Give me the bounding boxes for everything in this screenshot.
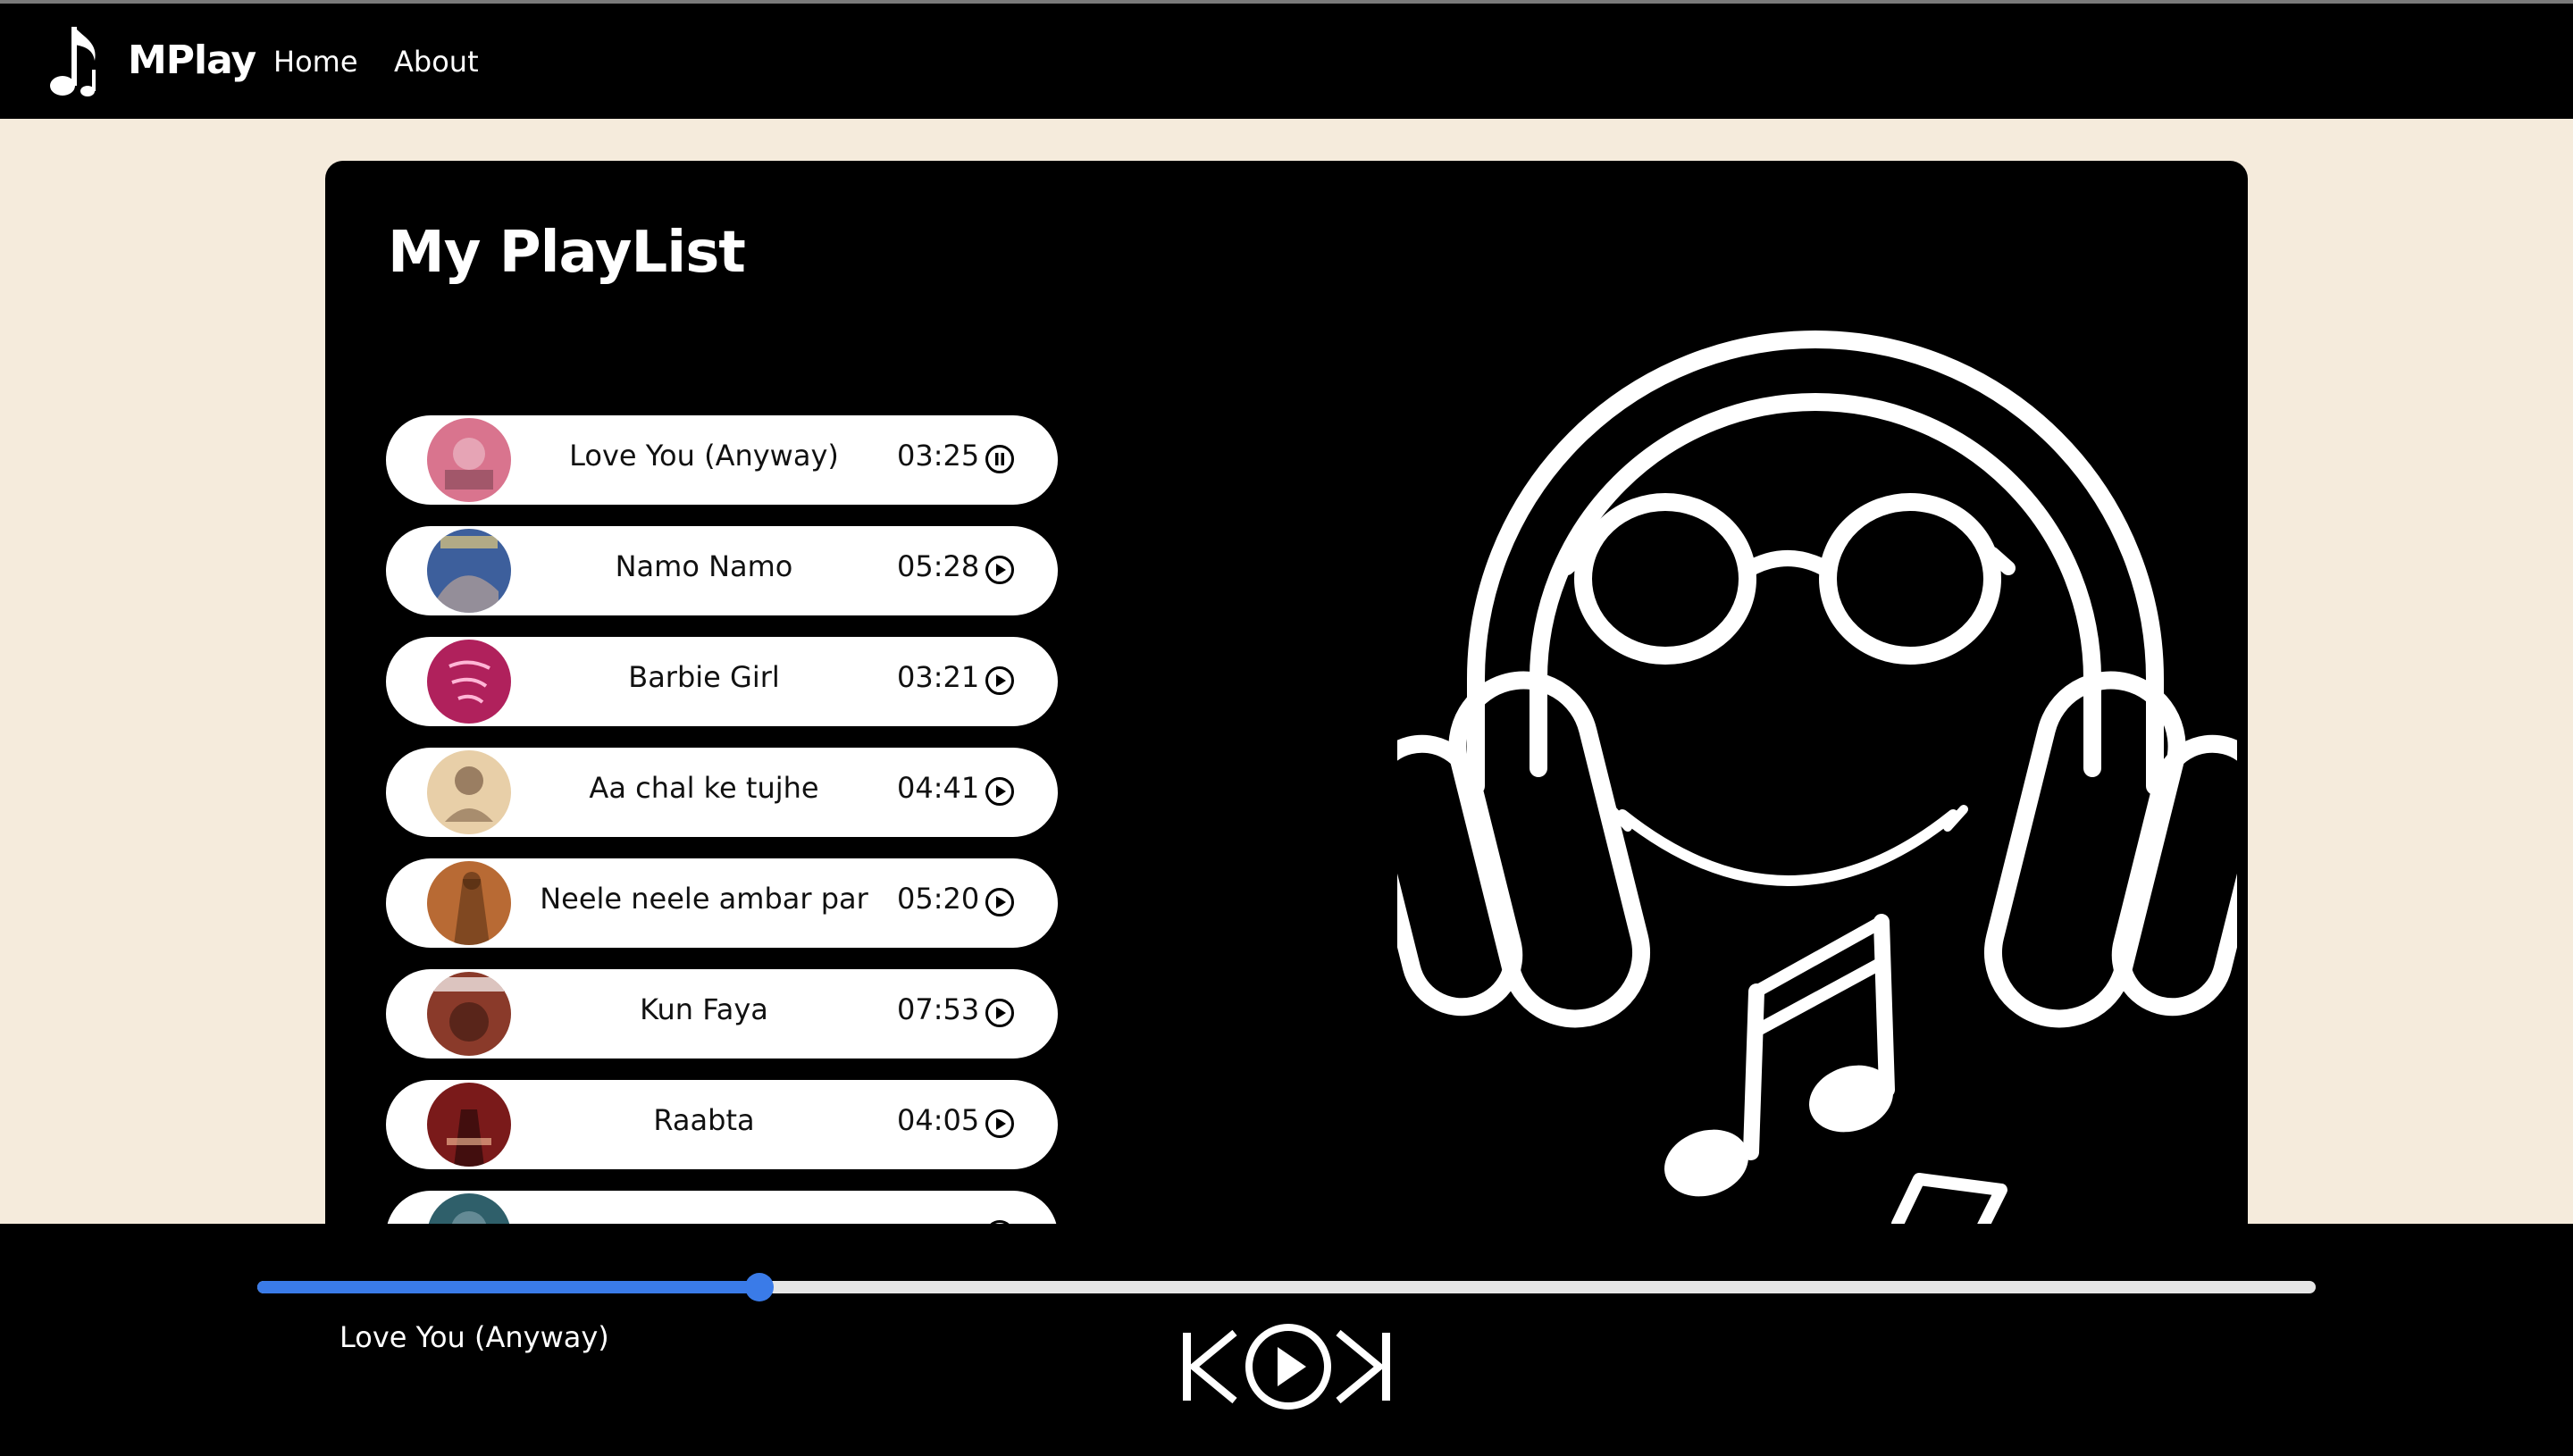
progress-bar[interactable]	[257, 1273, 2316, 1301]
song-title: Neele neele ambar par	[540, 882, 868, 916]
song-item[interactable]	[386, 1191, 1058, 1224]
album-cover	[427, 1193, 511, 1224]
album-cover	[427, 529, 511, 613]
album-cover	[427, 750, 511, 834]
song-item[interactable]: Neele neele ambar par 05:20	[386, 858, 1058, 948]
song-duration: 04:41	[897, 771, 980, 805]
navbar: MPlay Home About	[0, 4, 2573, 119]
play-icon[interactable]	[985, 887, 1015, 917]
song-duration: 05:20	[897, 882, 980, 916]
album-cover	[427, 640, 511, 724]
playlist-panel: My PlayList Love You (Anyway) 03:25 Namo…	[325, 161, 2248, 1224]
play-icon[interactable]	[985, 776, 1015, 807]
album-cover	[427, 418, 511, 502]
playlist-title: My PlayList	[388, 220, 746, 286]
song-item[interactable]: Raabta 04:05	[386, 1080, 1058, 1169]
play-icon[interactable]	[1244, 1322, 1333, 1411]
play-icon[interactable]	[985, 555, 1015, 585]
play-icon[interactable]	[985, 1109, 1015, 1139]
song-title: Kun Faya	[640, 992, 768, 1026]
song-duration: 04:05	[897, 1103, 980, 1137]
album-cover	[427, 1083, 511, 1167]
nav-home-link[interactable]: Home	[273, 45, 358, 79]
song-duration: 07:53	[897, 992, 980, 1026]
song-duration: 05:28	[897, 549, 980, 583]
song-title: Aa chal ke tujhe	[589, 771, 819, 805]
song-item[interactable]: Aa chal ke tujhe 04:41	[386, 748, 1058, 837]
brand-title[interactable]: MPlay	[128, 38, 256, 83]
play-icon[interactable]	[985, 998, 1015, 1028]
now-playing-title: Love You (Anyway)	[339, 1320, 609, 1354]
song-item[interactable]: Kun Faya 07:53	[386, 969, 1058, 1059]
song-duration: 03:21	[897, 660, 980, 694]
next-icon[interactable]	[1335, 1329, 1392, 1404]
album-cover	[427, 972, 511, 1056]
music-note-logo-icon[interactable]	[46, 23, 104, 100]
progress-thumb[interactable]	[745, 1273, 775, 1301]
player-bar: Love You (Anyway)	[0, 1224, 2573, 1456]
song-duration: 03:25	[897, 439, 980, 473]
song-title: Barbie Girl	[628, 660, 780, 694]
song-item[interactable]: Namo Namo 05:28	[386, 526, 1058, 615]
song-item[interactable]: Love You (Anyway) 03:25	[386, 415, 1058, 505]
song-item[interactable]: Barbie Girl 03:21	[386, 637, 1058, 726]
previous-icon[interactable]	[1181, 1329, 1238, 1404]
play-icon[interactable]	[985, 665, 1015, 696]
album-cover	[427, 861, 511, 945]
headphones-illustration	[1397, 331, 2237, 1224]
song-title: Raabta	[653, 1103, 755, 1137]
pause-icon[interactable]	[985, 444, 1015, 474]
song-title: Namo Namo	[615, 549, 793, 583]
progress-fill	[257, 1281, 760, 1293]
nav-about-link[interactable]: About	[394, 45, 479, 79]
song-title: Love You (Anyway)	[569, 439, 839, 473]
